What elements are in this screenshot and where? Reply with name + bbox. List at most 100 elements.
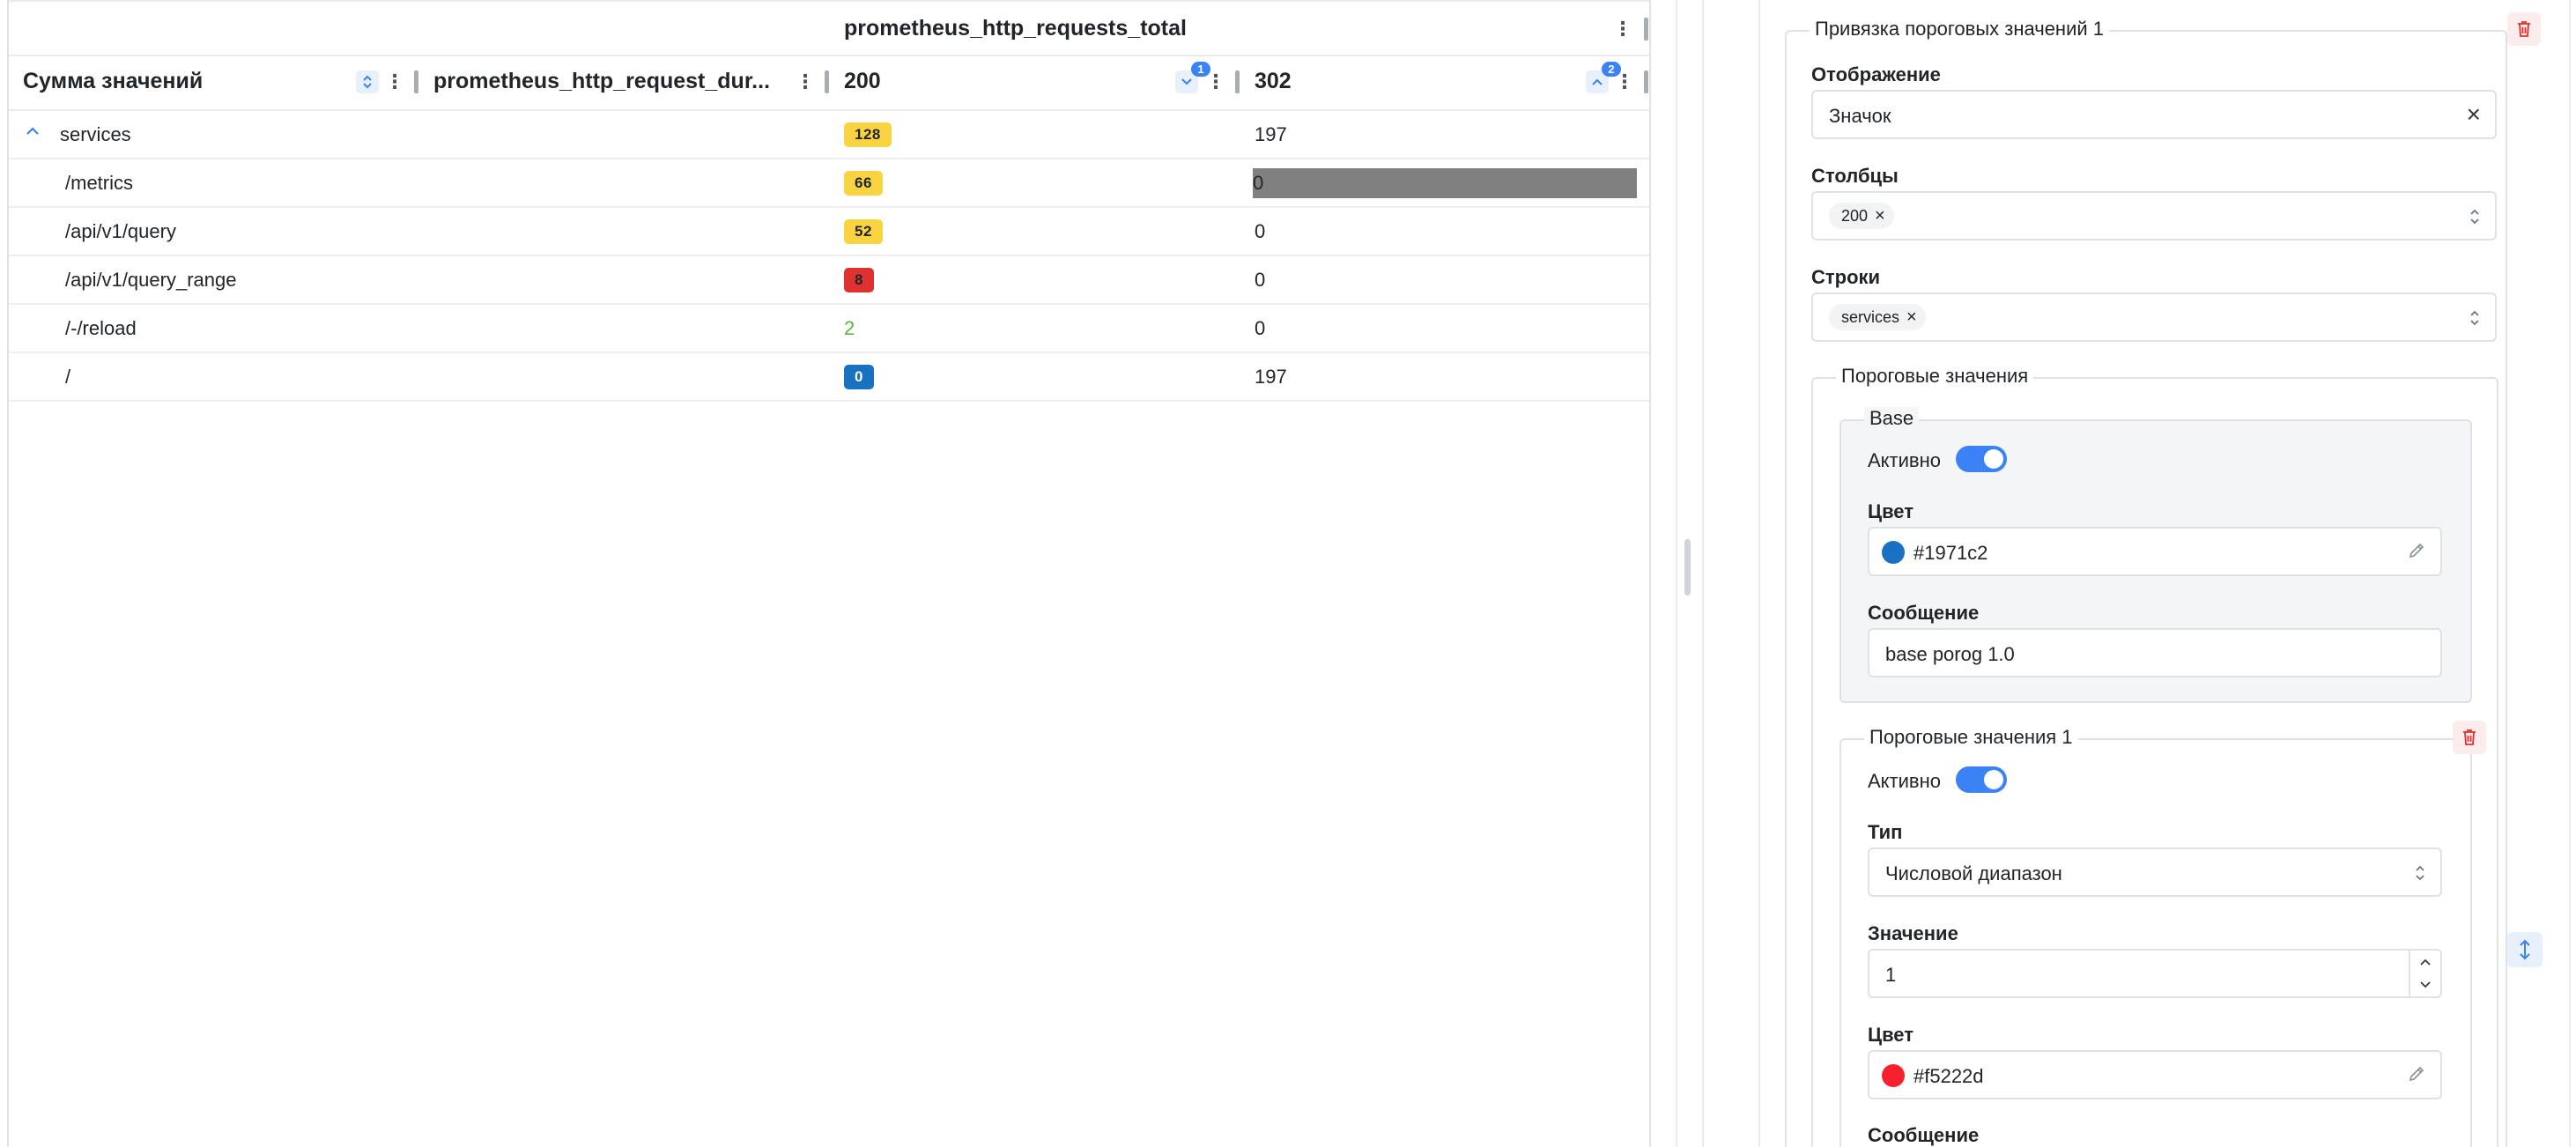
display-label: Отображение bbox=[1811, 63, 1941, 85]
column-menu-icon[interactable]: ⋮ bbox=[384, 70, 405, 93]
close-icon[interactable]: × bbox=[1875, 207, 1885, 225]
rows-multiselect[interactable]: services × bbox=[1811, 292, 2497, 342]
selected-chip: 200 × bbox=[1829, 203, 1894, 229]
table-row[interactable]: / 0 197 bbox=[9, 353, 1649, 402]
row-name: /api/v1/query_range bbox=[65, 269, 237, 291]
value-bar: 0 bbox=[1253, 168, 1637, 198]
column-header-duration[interactable]: prometheus_http_request_dur... bbox=[433, 69, 786, 94]
active-toggle[interactable] bbox=[1956, 446, 2007, 472]
active-toggle[interactable] bbox=[1956, 766, 2007, 793]
message-label: Сообщение bbox=[1868, 602, 1980, 624]
close-icon[interactable]: × bbox=[2467, 102, 2481, 127]
value-200: 2 bbox=[844, 317, 855, 339]
value-pill: 66 bbox=[844, 171, 883, 196]
color-value: #f5222d bbox=[1913, 1065, 1984, 1087]
group-header-row: prometheus_http_requests_total ⋮ bbox=[9, 0, 1649, 56]
pencil-icon[interactable] bbox=[2407, 1064, 2426, 1084]
active-label: Активно bbox=[1868, 449, 1941, 471]
chevron-up-down-icon[interactable] bbox=[2469, 308, 2481, 328]
value-label: Значение bbox=[1868, 922, 1958, 944]
color-input[interactable]: #f5222d bbox=[1868, 1050, 2442, 1099]
column-menu-icon[interactable]: ⋮ bbox=[795, 70, 816, 93]
chevron-up-icon[interactable] bbox=[25, 122, 41, 144]
row-name: /api/v1/query bbox=[65, 220, 176, 242]
column-menu-icon[interactable]: ⋮ bbox=[1614, 70, 1635, 93]
columns-label: Столбцы bbox=[1811, 165, 1899, 187]
column-resize-handle[interactable] bbox=[825, 70, 829, 93]
number-value: 1 bbox=[1885, 964, 1897, 986]
thresholds-legend: Пороговые значения bbox=[1836, 365, 2034, 388]
chip-label: services bbox=[1841, 307, 1900, 326]
chevron-up-down-icon[interactable] bbox=[2469, 207, 2481, 226]
column-menu-icon[interactable]: ⋮ bbox=[1205, 70, 1226, 93]
number-stepper bbox=[2409, 951, 2440, 996]
display-value: Значок bbox=[1829, 105, 1891, 127]
color-swatch bbox=[1882, 541, 1905, 564]
trash-icon[interactable] bbox=[2507, 12, 2541, 46]
color-label: Цвет bbox=[1868, 500, 1914, 522]
row-name: / bbox=[65, 366, 71, 388]
table-row[interactable]: services 128 197 bbox=[9, 111, 1649, 159]
message-value: base porog 1.0 bbox=[1885, 643, 2015, 665]
table-row[interactable]: /api/v1/query 52 0 bbox=[9, 208, 1649, 256]
column-header-sum[interactable]: Сумма значений bbox=[23, 69, 358, 94]
column-resize-handle[interactable] bbox=[1644, 70, 1648, 93]
columns-multiselect[interactable]: 200 × bbox=[1811, 191, 2497, 240]
binding-legend: Привязка пороговых значений 1 bbox=[1810, 18, 2110, 41]
value-302: 0 bbox=[1255, 269, 1266, 291]
value-pill: 0 bbox=[844, 365, 874, 389]
chevron-up-down-icon[interactable] bbox=[2414, 863, 2426, 883]
trash-icon[interactable] bbox=[2453, 721, 2486, 754]
value-pill: 128 bbox=[844, 122, 892, 147]
pencil-icon[interactable] bbox=[2407, 541, 2426, 560]
color-input[interactable]: #1971c2 bbox=[1868, 527, 2442, 576]
table-row[interactable]: /metrics 66 0 bbox=[9, 159, 1649, 208]
divider bbox=[1758, 0, 1760, 1147]
rows-label: Строки bbox=[1811, 266, 1881, 288]
message-label: Сообщение bbox=[1868, 1124, 1980, 1146]
message-input[interactable]: base porog 1.0 bbox=[1868, 628, 2442, 677]
chevron-down-icon[interactable] bbox=[2410, 973, 2440, 996]
active-label: Активно bbox=[1868, 770, 1941, 792]
value-302: 0 bbox=[1253, 172, 1264, 194]
row-name: /metrics bbox=[65, 172, 133, 194]
chip-label: 200 bbox=[1841, 206, 1869, 225]
divider bbox=[1676, 0, 1677, 1147]
value-302: 197 bbox=[1255, 123, 1287, 145]
type-label: Тип bbox=[1868, 821, 1903, 843]
value-pill: 8 bbox=[844, 268, 874, 292]
color-label: Цвет bbox=[1868, 1024, 1914, 1046]
group-header-title: prometheus_http_requests_total bbox=[844, 16, 1187, 41]
divider bbox=[2569, 0, 2571, 1147]
sort-icon[interactable] bbox=[356, 70, 379, 93]
value-302: 0 bbox=[1255, 317, 1266, 339]
row-name: /-/reload bbox=[65, 317, 137, 339]
divider bbox=[1702, 0, 1704, 1147]
color-swatch bbox=[1882, 1064, 1905, 1087]
row-name: services bbox=[60, 123, 131, 145]
type-value: Числовой диапазон bbox=[1885, 862, 2062, 884]
close-icon[interactable]: × bbox=[1906, 308, 1917, 326]
selected-chip: services × bbox=[1829, 304, 1926, 330]
threshold-1-legend: Пороговые значения 1 bbox=[1864, 726, 2078, 749]
table-row[interactable]: /api/v1/query_range 8 0 bbox=[9, 256, 1649, 305]
data-table: prometheus_http_requests_total ⋮ Сумма з… bbox=[7, 0, 1651, 1147]
value-302: 0 bbox=[1255, 220, 1266, 242]
column-resize-handle[interactable] bbox=[1235, 70, 1240, 93]
table-row[interactable]: /-/reload 2 0 bbox=[9, 305, 1649, 353]
column-header-200[interactable]: 200 bbox=[844, 69, 881, 94]
value-pill: 52 bbox=[844, 219, 883, 244]
display-select[interactable]: Значок × bbox=[1811, 90, 2497, 139]
value-302: 197 bbox=[1255, 366, 1287, 388]
base-legend: Base bbox=[1864, 407, 1920, 430]
column-resize-handle[interactable] bbox=[414, 70, 418, 93]
chevron-up-icon[interactable] bbox=[2410, 951, 2440, 973]
panel-splitter-handle[interactable] bbox=[1684, 539, 1691, 596]
group-menu-icon[interactable]: ⋮ bbox=[1612, 18, 1633, 41]
column-header-row: Сумма значений ⋮ prometheus_http_request… bbox=[9, 56, 1649, 111]
column-resize-handle[interactable] bbox=[1644, 18, 1648, 41]
type-select[interactable]: Числовой диапазон bbox=[1868, 847, 2442, 897]
value-number-input[interactable]: 1 bbox=[1868, 949, 2442, 998]
resize-vertical-icon[interactable] bbox=[2507, 932, 2543, 967]
column-header-302[interactable]: 302 bbox=[1255, 69, 1292, 94]
